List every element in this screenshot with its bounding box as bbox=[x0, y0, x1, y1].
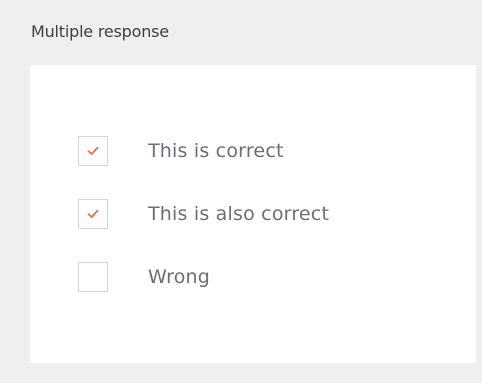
option-wrong[interactable]: Wrong bbox=[78, 261, 210, 293]
option-this-is-correct[interactable]: This is correct bbox=[78, 135, 284, 167]
option-label: Wrong bbox=[148, 266, 211, 288]
section-title: Multiple response bbox=[31, 22, 169, 41]
option-checkbox[interactable] bbox=[78, 136, 108, 166]
multiple-response-card: This is correct This is also correct Wro… bbox=[30, 65, 476, 363]
checkmark-icon bbox=[87, 146, 99, 155]
option-label: This is also correct bbox=[148, 203, 330, 225]
option-checkbox[interactable] bbox=[78, 199, 108, 229]
option-label: This is correct bbox=[148, 140, 284, 162]
option-checkbox[interactable] bbox=[78, 262, 108, 292]
checkmark-icon bbox=[87, 209, 99, 218]
option-this-is-also-correct[interactable]: This is also correct bbox=[78, 198, 329, 230]
